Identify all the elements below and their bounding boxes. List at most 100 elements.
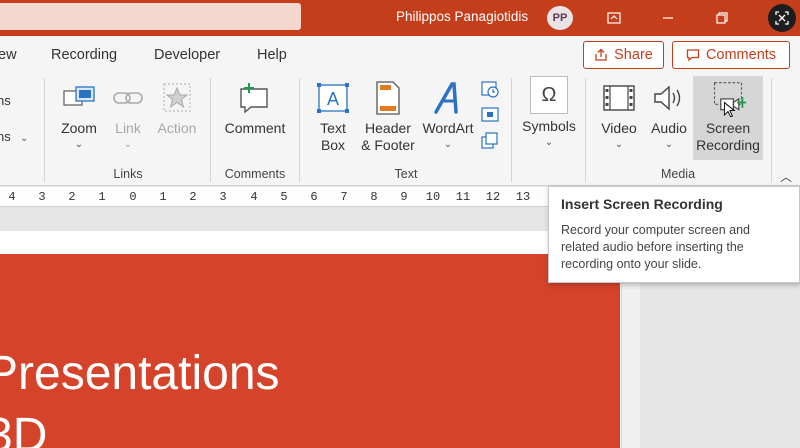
tooltip-description: Record your computer screen and related … bbox=[561, 223, 750, 271]
ruler-tick: 13 bbox=[515, 190, 531, 204]
chevron-down-icon: ⌄ bbox=[123, 139, 133, 150]
avatar[interactable]: PP bbox=[547, 6, 573, 30]
ruler-tick: 9 bbox=[400, 190, 408, 204]
slide-number-icon[interactable] bbox=[481, 106, 499, 124]
link-button[interactable]: Link ⌄ bbox=[108, 80, 148, 151]
minimize-icon[interactable] bbox=[656, 6, 680, 30]
ruler-tick: 6 bbox=[310, 190, 318, 204]
audio-label: Audio bbox=[651, 120, 687, 136]
title-bar: Philippos Panagiotidis PP bbox=[0, 0, 800, 36]
group-separator bbox=[585, 78, 586, 182]
date-time-icon[interactable] bbox=[481, 80, 499, 98]
action-label: Action bbox=[157, 120, 197, 136]
add-comment-icon bbox=[237, 80, 273, 116]
search-box[interactable] bbox=[0, 3, 301, 30]
ruler-tick: 8 bbox=[370, 190, 378, 204]
text-box-icon: A bbox=[315, 80, 351, 116]
wordart-icon bbox=[430, 80, 466, 116]
ruler-tick: 3 bbox=[38, 190, 46, 204]
ribbon: ns ns ⌄ Zoom ⌄ Link ⌄ Action Links Comme… bbox=[0, 74, 800, 186]
group-label-comments: Comments bbox=[224, 167, 286, 181]
insert-object-icon[interactable] bbox=[481, 132, 499, 150]
focus-mode-icon[interactable] bbox=[768, 4, 796, 32]
slide-title[interactable]: Presentations bbox=[0, 346, 280, 401]
wordart-button[interactable]: WordArt ⌄ bbox=[420, 80, 476, 151]
restore-icon[interactable] bbox=[710, 6, 734, 30]
ruler-tick: 11 bbox=[455, 190, 471, 204]
tab-developer[interactable]: Developer bbox=[154, 47, 220, 63]
text-box-label-line2: Box bbox=[320, 137, 346, 153]
comments-label: Comments bbox=[705, 47, 777, 63]
ruler-tick: 2 bbox=[68, 190, 76, 204]
tab-recording[interactable]: Recording bbox=[51, 47, 117, 63]
comments-button[interactable]: Comments bbox=[672, 41, 790, 69]
symbols-button[interactable]: Ω Symbols ⌄ bbox=[518, 76, 580, 149]
ruler-tick: 2 bbox=[189, 190, 197, 204]
screen-recording-label-line2: Recording bbox=[696, 137, 760, 153]
ribbon-partial-item[interactable]: ns bbox=[0, 93, 11, 108]
speaker-icon bbox=[651, 80, 687, 116]
header-footer-label-line2: & Footer bbox=[361, 137, 415, 153]
text-box-button[interactable]: A Text Box bbox=[310, 80, 356, 154]
header-footer-label-line1: Header bbox=[365, 120, 411, 136]
ruler-tick: 0 bbox=[129, 190, 137, 204]
ribbon-partial-item[interactable]: ns bbox=[0, 129, 11, 144]
tab-help[interactable]: Help bbox=[257, 47, 287, 63]
ruler-tick: 4 bbox=[250, 190, 258, 204]
ruler-tick: 10 bbox=[425, 190, 441, 204]
omega-icon: Ω bbox=[530, 76, 568, 114]
group-label-links: Links bbox=[113, 167, 143, 181]
tab-view[interactable]: ew bbox=[0, 47, 17, 63]
text-box-label-line1: Text bbox=[320, 120, 346, 136]
ribbon-display-icon[interactable] bbox=[602, 6, 626, 30]
chevron-down-icon: ⌄ bbox=[544, 137, 554, 148]
chevron-down-icon: ⌄ bbox=[664, 139, 674, 150]
ruler-tick: 12 bbox=[485, 190, 501, 204]
film-icon bbox=[601, 80, 637, 116]
comment-label: Comment bbox=[224, 120, 286, 136]
ruler-tick: 5 bbox=[280, 190, 288, 204]
ruler-tick: 3 bbox=[219, 190, 227, 204]
user-name[interactable]: Philippos Panagiotidis bbox=[396, 9, 528, 24]
video-button[interactable]: Video ⌄ bbox=[596, 80, 642, 151]
chevron-down-icon: ⌄ bbox=[74, 139, 84, 150]
svg-text:A: A bbox=[327, 89, 339, 109]
group-separator bbox=[210, 78, 211, 182]
slide-subtitle[interactable]: 3D bbox=[0, 408, 47, 448]
chevron-down-icon: ⌄ bbox=[614, 139, 624, 150]
tooltip-title: Insert Screen Recording bbox=[561, 196, 723, 212]
action-button[interactable]: Action bbox=[154, 80, 200, 137]
comment-icon bbox=[686, 49, 700, 62]
audio-button[interactable]: Audio ⌄ bbox=[646, 80, 692, 151]
link-label: Link bbox=[115, 120, 141, 136]
header-footer-button[interactable]: Header & Footer bbox=[358, 80, 418, 154]
wordart-label: WordArt bbox=[422, 120, 474, 136]
ruler-tick: 7 bbox=[340, 190, 348, 204]
group-separator bbox=[511, 78, 512, 182]
collapse-ribbon-icon[interactable]: ︿ bbox=[780, 168, 792, 185]
screen-recording-label-line1: Screen bbox=[705, 120, 751, 136]
screen-recording-button[interactable]: Screen Recording bbox=[693, 80, 763, 154]
share-button[interactable]: Share bbox=[583, 41, 664, 69]
ruler-tick: 1 bbox=[98, 190, 106, 204]
header-footer-icon bbox=[370, 80, 406, 116]
zoom-label: Zoom bbox=[61, 120, 97, 136]
zoom-icon bbox=[61, 80, 97, 116]
share-icon bbox=[595, 48, 607, 61]
new-comment-button[interactable]: Comment bbox=[220, 80, 290, 137]
chevron-down-icon[interactable]: ⌄ bbox=[20, 133, 28, 145]
ruler-tick: 4 bbox=[8, 190, 16, 204]
screen-recording-tooltip: Insert Screen Recording Record your comp… bbox=[548, 186, 800, 283]
zoom-button[interactable]: Zoom ⌄ bbox=[56, 80, 102, 151]
link-icon bbox=[110, 80, 146, 116]
group-separator bbox=[299, 78, 300, 182]
group-label-media: Media bbox=[660, 167, 696, 181]
video-label: Video bbox=[601, 120, 637, 136]
screen-recording-icon bbox=[710, 80, 746, 117]
action-star-icon bbox=[159, 80, 195, 116]
symbols-label: Symbols bbox=[522, 118, 576, 134]
group-separator bbox=[44, 78, 45, 182]
chevron-down-icon: ⌄ bbox=[443, 139, 453, 150]
group-separator bbox=[771, 78, 772, 182]
group-label-text: Text bbox=[394, 167, 418, 181]
